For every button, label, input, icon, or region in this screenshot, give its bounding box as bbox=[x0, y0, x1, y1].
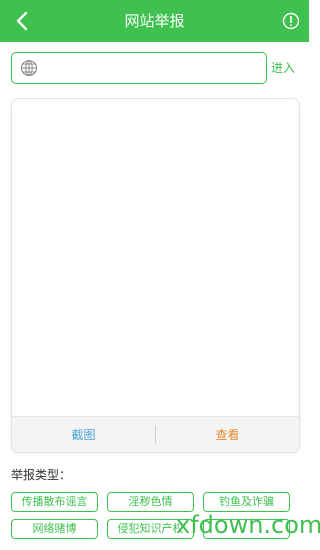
report-type-tag[interactable]: 网络赌博 bbox=[11, 519, 98, 539]
top-bar: 网站举报 bbox=[0, 0, 309, 42]
report-type-tag[interactable]: 钓鱼及诈骗 bbox=[203, 492, 290, 512]
report-type-heading: 举报类型： bbox=[11, 468, 72, 482]
screenshot-button[interactable]: 截图 bbox=[12, 417, 155, 452]
page-title: 网站举报 bbox=[124, 12, 185, 30]
globe-icon bbox=[20, 59, 38, 77]
report-type-tag[interactable]: 传播散布谣言 bbox=[11, 492, 98, 512]
page-preview-area bbox=[12, 99, 299, 416]
url-input-box bbox=[11, 52, 267, 84]
info-icon[interactable] bbox=[282, 12, 300, 30]
page-preview-card: 截图 查看 bbox=[11, 98, 300, 453]
preview-action-bar: 截图 查看 bbox=[12, 416, 299, 452]
report-type-tag[interactable]: 淫秽色情 bbox=[107, 492, 194, 512]
watermark: xfdown.com bbox=[176, 511, 320, 539]
url-input[interactable] bbox=[46, 56, 264, 82]
enter-button[interactable]: 进入 bbox=[271, 59, 295, 76]
view-button[interactable]: 查看 bbox=[156, 417, 299, 452]
